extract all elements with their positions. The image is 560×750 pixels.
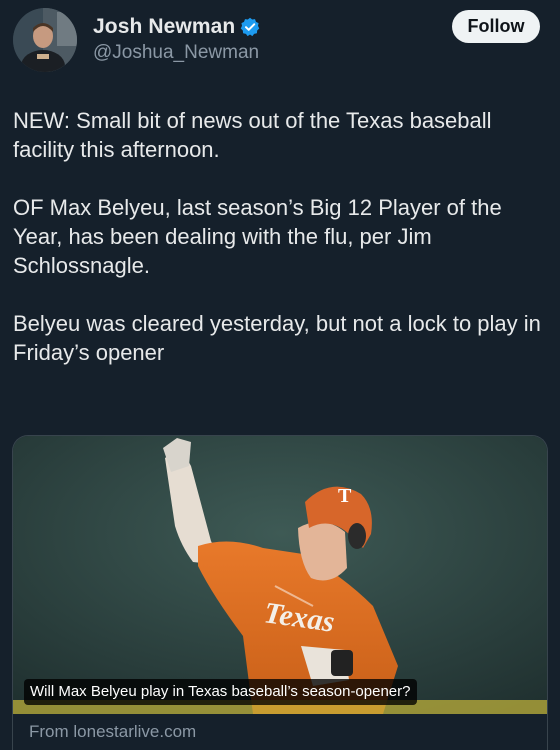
user-handle[interactable]: @Joshua_Newman xyxy=(93,42,259,64)
card-source[interactable]: From lonestarlive.com xyxy=(29,722,196,742)
follow-button[interactable]: Follow xyxy=(452,10,540,43)
helmet-logo: T xyxy=(338,485,352,507)
verified-badge-icon xyxy=(240,17,260,37)
tweet: Josh Newman @Joshua_Newman Follow NEW: S… xyxy=(0,0,560,750)
display-name[interactable]: Josh Newman xyxy=(93,15,235,39)
tweet-paragraph: NEW: Small bit of news out of the Texas … xyxy=(13,108,492,162)
name-row: Josh Newman xyxy=(93,15,260,39)
link-card[interactable]: T Texas Will Max Belyeu play in Texas ba… xyxy=(12,435,548,750)
card-image[interactable]: T Texas xyxy=(13,436,547,714)
tweet-paragraph: Belyeu was cleared yesterday, but not a … xyxy=(13,311,541,365)
card-caption: Will Max Belyeu play in Texas baseball’s… xyxy=(24,679,417,705)
tweet-paragraph: OF Max Belyeu, last season’s Big 12 Play… xyxy=(13,195,502,278)
avatar[interactable] xyxy=(13,8,77,72)
tweet-text: NEW: Small bit of news out of the Texas … xyxy=(13,106,553,396)
tweet-header: Josh Newman @Joshua_Newman Follow xyxy=(13,8,540,74)
